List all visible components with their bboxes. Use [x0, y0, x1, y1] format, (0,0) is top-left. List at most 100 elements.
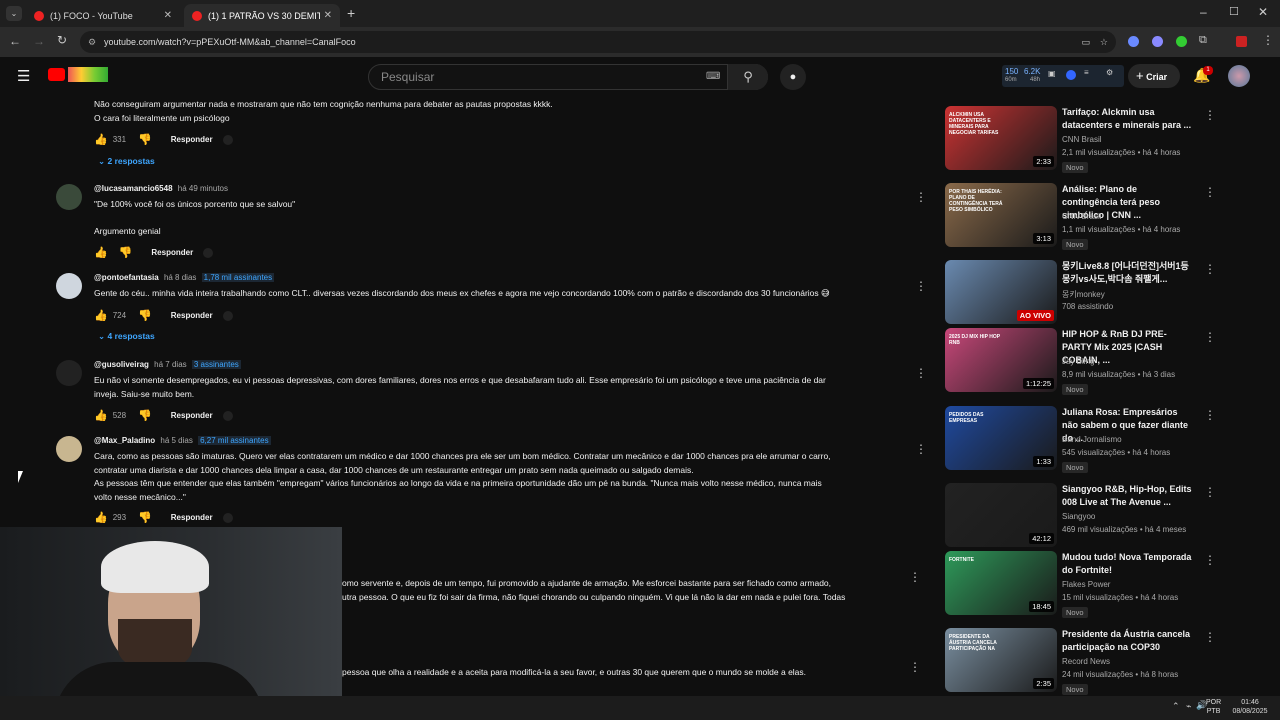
comment-time[interactable]: há 7 dias — [154, 360, 186, 369]
channel-name[interactable]: CNN Brasil — [1062, 135, 1102, 144]
comment-menu-icon[interactable]: ⋮ — [909, 570, 921, 584]
voice-search-button[interactable]: ● — [780, 64, 806, 90]
panel-circle-icon[interactable] — [1066, 70, 1076, 80]
video-card[interactable]: 2025 DJ MIX HIP HOP RNB 1:12:25 HIP HOP & … — [945, 328, 1216, 395]
video-card[interactable]: AO VIVO 몽키Live8.8 [어나더던전]서버1등 몽키vs사도,박다솜 … — [945, 260, 1216, 326]
tab-foco-youtube[interactable]: (1) FOCO - YouTube ✕ — [26, 4, 180, 27]
maximize-button[interactable]: ☐ — [1229, 5, 1239, 18]
dislike-icon[interactable]: 👎 — [138, 133, 152, 146]
video-menu-icon[interactable]: ⋮ — [1204, 185, 1216, 199]
video-card[interactable]: 42:12 Siangyoo R&B, Hip-Hop, Edits 008 Li… — [945, 483, 1216, 549]
tray-chevron-icon[interactable]: ⌃ — [1172, 701, 1180, 712]
panel-list-icon[interactable]: ≡ — [1084, 68, 1089, 77]
channel-name[interactable]: CNN Brasil — [1062, 212, 1102, 221]
video-thumbnail[interactable]: FORTNITE 18:45 — [945, 551, 1057, 615]
comment-menu-icon[interactable]: ⋮ — [915, 366, 927, 380]
view-replies-button[interactable]: ⌄ 2 respostas — [98, 156, 155, 167]
comment-menu-icon[interactable]: ⋮ — [915, 279, 927, 293]
video-card[interactable]: FORTNITE 18:45 Mudou tudo! Nova Temporada … — [945, 551, 1216, 618]
channel-name[interactable]: Siangyoo — [1062, 512, 1095, 521]
network-icon[interactable]: ⌁ — [1186, 701, 1191, 712]
like-icon[interactable]: 👍 — [94, 133, 108, 146]
minimize-button[interactable]: – — [1200, 5, 1207, 19]
reply-button[interactable]: Responder — [171, 411, 213, 420]
forward-arrow-icon[interactable]: → — [33, 34, 45, 48]
channel-name[interactable]: Band Jornalismo — [1062, 435, 1122, 444]
channel-name[interactable]: Flakes Power — [1062, 580, 1110, 589]
video-card[interactable]: PRESIDENTE DA ÁUSTRIA CANCELA PARTICIPAÇ… — [945, 628, 1216, 695]
avatar[interactable] — [56, 273, 82, 299]
like-icon[interactable]: 👍 — [94, 511, 108, 524]
video-menu-icon[interactable]: ⋮ — [1204, 262, 1216, 276]
site-info-icon[interactable]: ⚙ — [88, 31, 96, 53]
extension-icon-2[interactable] — [1152, 36, 1163, 47]
video-thumbnail[interactable]: PEDIDOS DAS EMPRESAS 1:33 — [945, 406, 1057, 470]
clock[interactable]: 01:46 08/08/2025 — [1228, 698, 1272, 716]
video-thumbnail[interactable]: POR THAIS HERÉDIA: PLANO DE CONTINGÊNCIA… — [945, 183, 1057, 247]
video-card[interactable]: POR THAIS HERÉDIA: PLANO DE CONTINGÊNCIA… — [945, 183, 1216, 250]
video-menu-icon[interactable]: ⋮ — [1204, 108, 1216, 122]
tab-close-icon[interactable]: ✕ — [324, 10, 332, 21]
extensions-puzzle-icon[interactable]: ⧉ — [1199, 34, 1207, 47]
profile-icon[interactable] — [1236, 36, 1247, 47]
tab-search-icon[interactable]: ⌄ — [6, 6, 22, 21]
video-title[interactable]: 몽키Live8.8 [어나더던전]서버1등 몽키vs사도,박다솜 줘팰게... — [1062, 260, 1192, 286]
tab-close-icon[interactable]: ✕ — [164, 10, 172, 21]
close-window-button[interactable]: ✕ — [1258, 5, 1268, 19]
reply-button[interactable]: Responder — [171, 513, 213, 522]
bookmark-star-icon[interactable]: ☆ — [1100, 31, 1108, 53]
video-title[interactable]: Mudou tudo! Nova Temporada do Fortnite! — [1062, 551, 1192, 577]
comment-menu-icon[interactable]: ⋮ — [909, 660, 921, 674]
comment-menu-icon[interactable]: ⋮ — [915, 190, 927, 204]
reply-button[interactable]: Responder — [171, 311, 213, 320]
reload-icon[interactable]: ↻ — [57, 33, 67, 47]
comment-author[interactable]: @pontoefantasia — [94, 273, 159, 282]
url-field[interactable]: ⚙ youtube.com/watch?v=pPEXuOtf-MM&ab_cha… — [80, 31, 1116, 53]
avatar[interactable] — [56, 436, 82, 462]
view-replies-button[interactable]: ⌄ 4 respostas — [98, 331, 155, 342]
video-menu-icon[interactable]: ⋮ — [1204, 330, 1216, 344]
extension-stats-panel[interactable]: 150 60m 6.2K 48h ▣ ≡ ⚙ — [1002, 65, 1124, 87]
youtube-logo[interactable] — [48, 68, 65, 81]
browser-menu-icon[interactable]: ⋮ — [1262, 33, 1274, 47]
install-app-icon[interactable]: ▭ — [1081, 31, 1090, 53]
extension-icon-3[interactable] — [1176, 36, 1187, 47]
new-tab-button[interactable]: + — [347, 5, 355, 21]
reply-button[interactable]: Responder — [151, 248, 193, 257]
video-thumbnail[interactable]: 2025 DJ MIX HIP HOP RNB 1:12:25 — [945, 328, 1057, 392]
like-icon[interactable]: 👍 — [94, 309, 108, 322]
dislike-icon[interactable]: 👎 — [138, 409, 152, 422]
video-thumbnail[interactable]: PRESIDENTE DA ÁUSTRIA CANCELA PARTICIPAÇ… — [945, 628, 1057, 692]
comment-menu-icon[interactable]: ⋮ — [915, 442, 927, 456]
avatar[interactable] — [56, 184, 82, 210]
channel-name[interactable]: Jay Bling — [1062, 357, 1094, 366]
comment-author[interactable]: @Max_Paladino — [94, 436, 155, 445]
back-arrow-icon[interactable]: ← — [9, 34, 21, 48]
extension-icon-1[interactable] — [1128, 36, 1139, 47]
video-card[interactable]: ALCKMIN USA DATACENTERS E MINERAIS PARA … — [945, 106, 1216, 173]
like-icon[interactable]: 👍 — [94, 409, 108, 422]
video-title[interactable]: Siangyoo R&B, Hip-Hop, Edits 008 Live at… — [1062, 483, 1192, 509]
comment-time[interactable]: há 49 minutos — [178, 184, 228, 193]
video-card[interactable]: PEDIDOS DAS EMPRESAS 1:33 Juliana Rosa: Em… — [945, 406, 1216, 473]
video-thumbnail[interactable]: ALCKMIN USA DATACENTERS E MINERAIS PARA … — [945, 106, 1057, 170]
video-menu-icon[interactable]: ⋮ — [1204, 408, 1216, 422]
comment-time[interactable]: há 8 dias — [164, 273, 196, 282]
search-button[interactable]: ⚲ — [727, 64, 768, 90]
dislike-icon[interactable]: 👎 — [138, 309, 152, 322]
video-thumbnail[interactable]: 42:12 — [945, 483, 1057, 547]
video-menu-icon[interactable]: ⋮ — [1204, 630, 1216, 644]
video-title[interactable]: Tarifaço: Alckmin usa datacenters e mine… — [1062, 106, 1192, 132]
panel-icon[interactable]: ▣ — [1048, 69, 1056, 78]
comment-author[interactable]: @gusoliveirag — [94, 360, 149, 369]
video-menu-icon[interactable]: ⋮ — [1204, 485, 1216, 499]
video-thumbnail[interactable]: AO VIVO — [945, 260, 1057, 324]
video-title[interactable]: Presidente da Áustria cancela participaç… — [1062, 628, 1192, 654]
dislike-icon[interactable]: 👎 — [119, 246, 133, 259]
comment-time[interactable]: há 5 dias — [160, 436, 192, 445]
channel-name[interactable]: 몽키monkey — [1062, 289, 1105, 300]
keyboard-icon[interactable]: ⌨ — [706, 65, 720, 89]
hamburger-menu-icon[interactable]: ☰ — [17, 67, 30, 85]
video-menu-icon[interactable]: ⋮ — [1204, 553, 1216, 567]
search-input[interactable]: Pesquisar ⌨ — [368, 64, 768, 90]
